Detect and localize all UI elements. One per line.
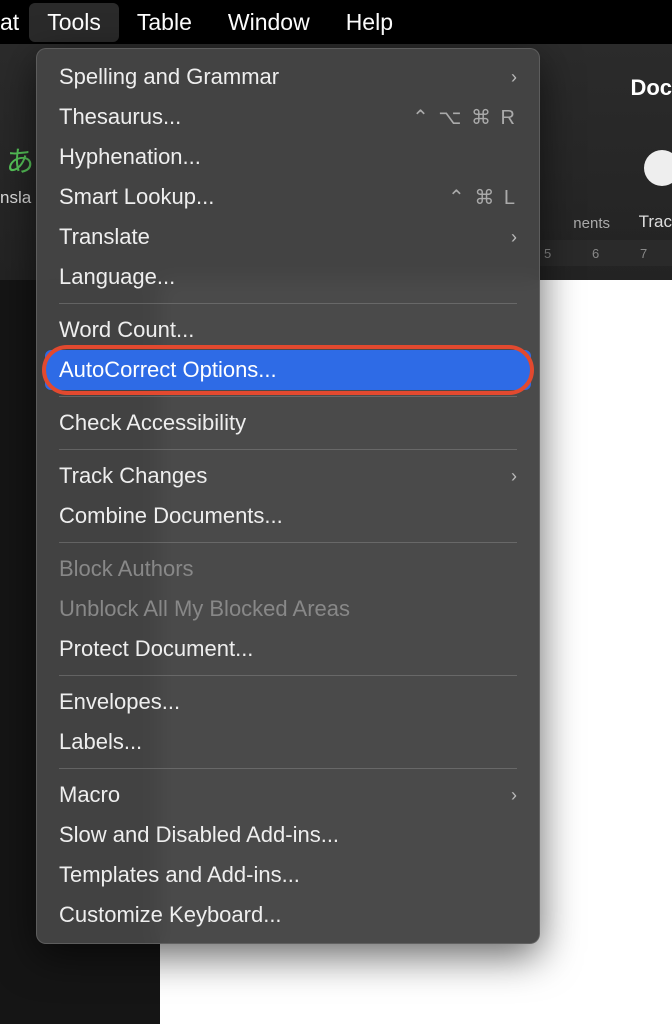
menu-item-templates-and-add-ins[interactable]: Templates and Add-ins... <box>37 855 539 895</box>
menu-item-autocorrect-options[interactable]: AutoCorrect Options... <box>45 350 531 390</box>
menubar: atToolsTableWindowHelp <box>0 0 672 44</box>
menubar-item-at[interactable]: at <box>0 3 29 42</box>
menu-item-block-authors: Block Authors <box>37 549 539 589</box>
ruler: 5 6 7 <box>538 240 672 266</box>
translate-icon[interactable]: あ <box>0 140 40 180</box>
menu-item-macro[interactable]: Macro › <box>37 775 539 815</box>
menu-item-label: Envelopes... <box>59 689 180 715</box>
menu-item-label: Macro <box>59 782 120 808</box>
menu-item-label: Block Authors <box>59 556 194 582</box>
menu-item-shortcut: ⌃ ⌘ L <box>448 185 517 210</box>
menu-item-label: Track Changes <box>59 463 207 489</box>
translate-label-fragment: nsla <box>0 188 31 208</box>
menu-item-spelling-and-grammar[interactable]: Spelling and Grammar › <box>37 57 539 97</box>
chevron-right-icon: › <box>511 466 517 487</box>
menu-item-translate[interactable]: Translate › <box>37 217 539 257</box>
menu-item-unblock-all-my-blocked-areas: Unblock All My Blocked Areas <box>37 589 539 629</box>
menu-item-label: Translate <box>59 224 150 250</box>
menu-item-labels[interactable]: Labels... <box>37 722 539 762</box>
ruler-tick: 5 <box>544 246 576 261</box>
menu-item-label: AutoCorrect Options... <box>59 357 277 383</box>
menu-item-label: Combine Documents... <box>59 503 283 529</box>
menubar-item-tools[interactable]: Tools <box>29 3 119 42</box>
menu-separator <box>59 396 517 397</box>
document-title-fragment: Doc <box>630 75 672 101</box>
menu-separator <box>59 675 517 676</box>
menu-item-smart-lookup[interactable]: Smart Lookup... ⌃ ⌘ L <box>37 177 539 217</box>
chevron-right-icon: › <box>511 227 517 248</box>
menu-item-envelopes[interactable]: Envelopes... <box>37 682 539 722</box>
track-changes-label-fragment: Trac <box>639 212 672 232</box>
menu-item-label: Language... <box>59 264 175 290</box>
ruler-tick: 7 <box>640 246 672 261</box>
menu-item-language[interactable]: Language... <box>37 257 539 297</box>
menu-item-label: Slow and Disabled Add-ins... <box>59 822 339 848</box>
menu-item-label: Labels... <box>59 729 142 755</box>
menubar-item-table[interactable]: Table <box>119 3 210 42</box>
menu-item-label: Smart Lookup... <box>59 184 214 210</box>
menu-item-label: Spelling and Grammar <box>59 64 279 90</box>
menubar-item-window[interactable]: Window <box>210 3 328 42</box>
menu-item-label: Templates and Add-ins... <box>59 862 300 888</box>
menu-item-word-count[interactable]: Word Count... <box>37 310 539 350</box>
ruler-tick: 6 <box>592 246 624 261</box>
menu-separator <box>59 449 517 450</box>
menu-separator <box>59 303 517 304</box>
menu-item-combine-documents[interactable]: Combine Documents... <box>37 496 539 536</box>
menu-item-hyphenation[interactable]: Hyphenation... <box>37 137 539 177</box>
menu-item-label: Customize Keyboard... <box>59 902 282 928</box>
menu-item-shortcut: ⌃ ⌥ ⌘ R <box>412 105 517 130</box>
comments-label-fragment: nents <box>573 215 610 232</box>
menu-item-label: Hyphenation... <box>59 144 201 170</box>
chevron-right-icon: › <box>511 785 517 806</box>
menu-separator <box>59 542 517 543</box>
menu-item-label: Protect Document... <box>59 636 253 662</box>
track-changes-toggle[interactable] <box>644 150 672 186</box>
menu-item-label: Thesaurus... <box>59 104 181 130</box>
chevron-right-icon: › <box>511 67 517 88</box>
menu-item-protect-document[interactable]: Protect Document... <box>37 629 539 669</box>
menu-separator <box>59 768 517 769</box>
menu-item-customize-keyboard[interactable]: Customize Keyboard... <box>37 895 539 935</box>
menu-item-label: Word Count... <box>59 317 194 343</box>
menubar-item-help[interactable]: Help <box>328 3 411 42</box>
menu-item-slow-and-disabled-add-ins[interactable]: Slow and Disabled Add-ins... <box>37 815 539 855</box>
menu-item-label: Unblock All My Blocked Areas <box>59 596 350 622</box>
tools-menu: Spelling and Grammar › Thesaurus... ⌃ ⌥ ⌘ R… <box>36 48 540 944</box>
menu-item-thesaurus[interactable]: Thesaurus... ⌃ ⌥ ⌘ R <box>37 97 539 137</box>
menu-item-check-accessibility[interactable]: Check Accessibility <box>37 403 539 443</box>
menu-item-track-changes[interactable]: Track Changes › <box>37 456 539 496</box>
menu-item-label: Check Accessibility <box>59 410 246 436</box>
